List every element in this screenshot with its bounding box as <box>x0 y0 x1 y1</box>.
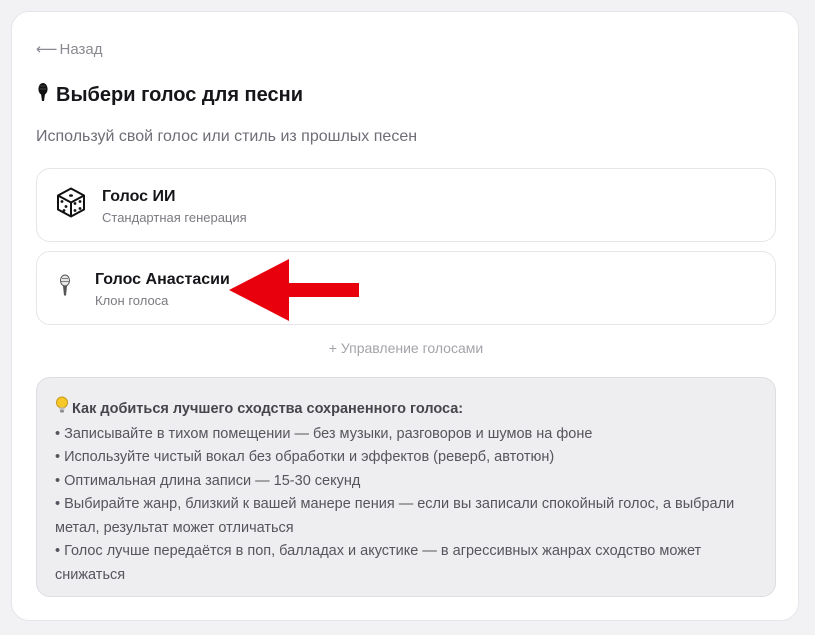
manage-voices-link[interactable]: + Управление голосами <box>12 340 800 356</box>
microphone-icon <box>59 274 71 302</box>
tips-heading: Как добиться лучшего сходства сохраненно… <box>55 396 757 423</box>
tips-list: Записывайте в тихом помещении — без музы… <box>55 423 757 588</box>
tip-item: Записывайте в тихом помещении — без музы… <box>55 423 757 447</box>
voice-option-name: Голос ИИ <box>102 188 176 205</box>
voice-select-card: ⟵ Назад Выбери голос для песни Используй… <box>11 11 799 621</box>
page-subtitle: Используй свой голос или стиль из прошлы… <box>36 128 418 145</box>
tips-heading-text: Как добиться лучшего сходства сохраненно… <box>72 400 464 417</box>
back-label: Назад <box>59 41 103 58</box>
tips-panel: Как добиться лучшего сходства сохраненно… <box>36 377 776 597</box>
voice-option-ai[interactable]: Голос ИИ Стандартная генерация <box>36 168 776 242</box>
voice-option-clone[interactable]: Голос Анастасии Клон голоса <box>36 251 776 325</box>
page-title: Выбери голос для песни <box>36 82 303 108</box>
dice-icon <box>55 187 87 224</box>
voice-option-name: Голос Анастасии <box>95 271 230 288</box>
tip-item: Выбирайте жанр, близкий к вашей манере п… <box>55 493 757 540</box>
lightbulb-icon <box>55 396 69 423</box>
red-pointer-arrow-icon <box>229 259 359 326</box>
back-arrow-icon: ⟵ <box>36 41 58 58</box>
voice-option-description: Клон голоса <box>95 293 169 308</box>
tip-item: Используйте чистый вокал без обработки и… <box>55 446 757 470</box>
tip-item: Оптимальная длина записи — 15-30 секунд <box>55 470 757 494</box>
back-link[interactable]: ⟵ Назад <box>36 41 103 58</box>
voice-option-description: Стандартная генерация <box>102 210 247 225</box>
tip-item: Голос лучше передаётся в поп, балладах и… <box>55 540 757 587</box>
page-title-text: Выбери голос для песни <box>56 83 303 106</box>
microphone-icon <box>36 82 50 108</box>
